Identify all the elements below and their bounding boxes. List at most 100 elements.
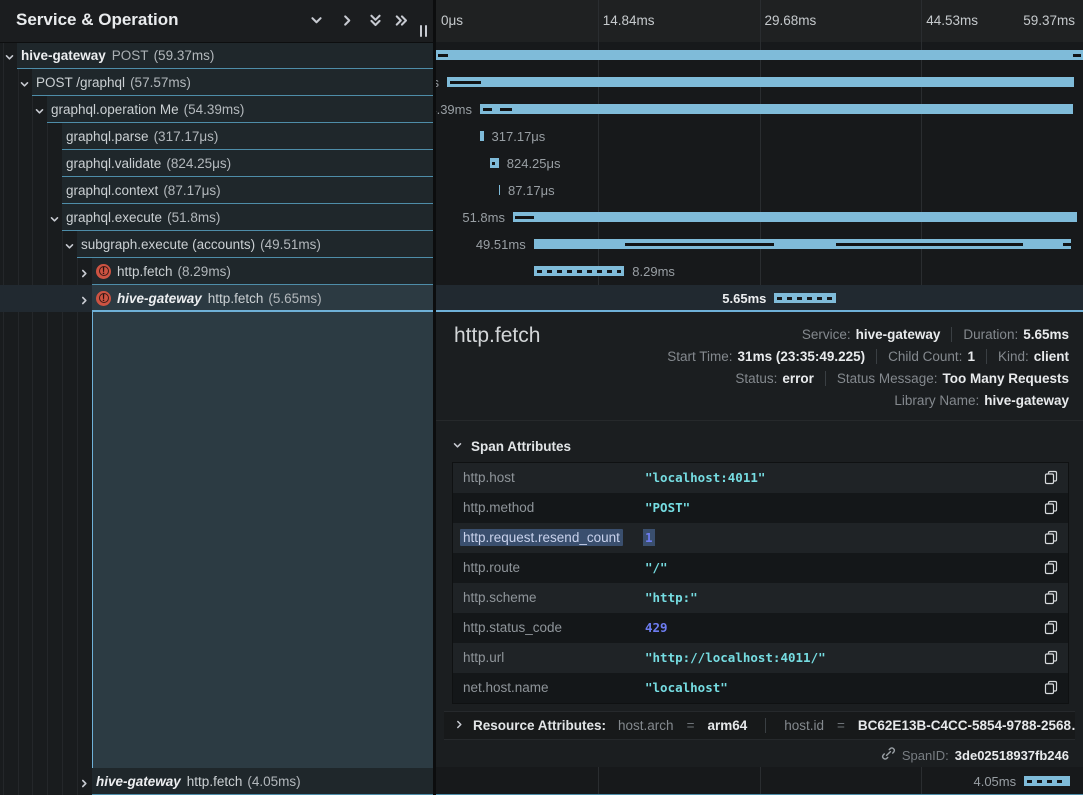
chevron-down-icon[interactable]	[49, 212, 60, 223]
chevron-right-icon[interactable]	[79, 293, 90, 304]
timeline-row: 317.17μs	[436, 123, 1083, 150]
attribute-key: http.url	[463, 650, 504, 665]
attribute-key: http.request.resend_count	[460, 529, 623, 546]
timeline-tick: 59.37ms	[1023, 13, 1075, 28]
span-row-selected[interactable]: hive-gatewayhttp.fetch(5.65ms)5.65ms	[0, 285, 1083, 312]
chevron-right-icon[interactable]	[79, 776, 90, 787]
operation-name: graphql.parse	[66, 129, 149, 144]
span-duration-label: 824.25μs	[507, 156, 561, 171]
chevron-down-icon[interactable]	[34, 104, 45, 115]
meta-value: hive-gateway	[856, 327, 941, 342]
child-span-marker	[1063, 243, 1071, 246]
span-bar[interactable]	[436, 50, 1083, 60]
span-bar[interactable]	[1024, 776, 1070, 786]
timeline-tick: 14.84ms	[603, 13, 655, 28]
span-duration-label: 5.65ms	[722, 291, 766, 306]
attribute-row[interactable]: http.host"localhost:4011"	[453, 463, 1068, 493]
copy-icon[interactable]	[1044, 560, 1059, 576]
span-row[interactable]: hive-gatewayPOST(59.37ms)	[0, 42, 1083, 69]
span-row[interactable]: graphql.parse(317.17μs)317.17μs	[0, 123, 1083, 150]
span-duration-label: 87.17μs	[508, 183, 555, 198]
operation-name: graphql.context	[66, 183, 158, 198]
attribute-key: http.status_code	[463, 620, 562, 635]
chevron-down-icon[interactable]	[4, 50, 15, 61]
span-label: http.fetch(8.29ms)	[92, 258, 433, 285]
span-row[interactable]: graphql.validate(824.25μs) 824.25μs	[0, 150, 1083, 177]
attribute-value: "localhost:4011"	[645, 470, 765, 485]
copy-icon[interactable]	[1044, 650, 1059, 666]
selected-span-children-region	[92, 312, 434, 768]
operation-name: subgraph.execute (accounts)	[81, 237, 255, 252]
link-icon[interactable]	[881, 746, 896, 764]
copy-icon[interactable]	[1044, 530, 1059, 546]
expand-all-icon[interactable]	[394, 13, 410, 29]
attribute-key: http.scheme	[463, 590, 537, 605]
timeline-tick: 0μs	[441, 13, 463, 28]
span-bar[interactable]	[480, 104, 1073, 114]
meta-label: Start Time:	[667, 349, 732, 364]
span-bar[interactable]	[534, 266, 625, 276]
expand-one-level-icon[interactable]	[340, 13, 356, 29]
span-row[interactable]: graphql.execute (51.8ms) 51.8ms	[0, 204, 1083, 231]
attribute-row[interactable]: http.status_code429	[453, 613, 1068, 643]
span-id-value: 3de02518937fb246	[955, 748, 1069, 763]
tree-panel-header: Service & Operation	[0, 0, 433, 43]
span-row[interactable]: graphql.operation Me(54.39ms)54.39ms	[0, 96, 1083, 123]
attribute-row[interactable]: http.scheme "http:"	[453, 583, 1068, 613]
copy-icon[interactable]	[1044, 590, 1059, 606]
attribute-row[interactable]: http.method"POST"	[453, 493, 1068, 523]
span-bar[interactable]	[499, 185, 500, 195]
attribute-row[interactable]: http.route"/"	[453, 553, 1068, 583]
span-duration: (51.8ms)	[167, 210, 220, 225]
operation-name: http.fetch	[208, 291, 264, 306]
collapse-one-level-icon[interactable]	[309, 13, 325, 29]
span-label: graphql.execute (51.8ms)	[62, 204, 433, 231]
collapse-all-icon[interactable]	[368, 13, 384, 29]
span-attributes-toggle[interactable]: Span Attributes	[452, 439, 571, 454]
resource-attributes-toggle[interactable]: Resource Attributes:host.arch=arm64host.…	[444, 711, 1075, 740]
meta-value: error	[782, 371, 814, 386]
attribute-value: "/"	[645, 560, 668, 575]
span-row[interactable]: subgraph.execute (accounts)(49.51ms)49.5…	[0, 231, 1083, 258]
copy-icon[interactable]	[1044, 470, 1059, 486]
span-row[interactable]: graphql.context(87.17μs)87.17μs	[0, 177, 1083, 204]
attribute-value: 1	[643, 529, 655, 546]
meta-label: Service:	[802, 327, 851, 342]
error-icon	[96, 291, 111, 306]
span-bar[interactable]	[774, 293, 835, 303]
copy-icon[interactable]	[1044, 620, 1059, 636]
span-bar[interactable]	[513, 212, 1077, 222]
span-row[interactable]: hive-gatewayhttp.fetch(4.05ms)4.05ms	[0, 768, 1083, 795]
span-bar[interactable]	[447, 77, 1074, 87]
panel-resize-handle[interactable]	[420, 25, 430, 37]
operation-name: graphql.execute	[66, 210, 162, 225]
attribute-row[interactable]: http.url"http://localhost:4011/"	[453, 643, 1068, 673]
span-row[interactable]: POST /graphql(57.57ms)57.57ms	[0, 69, 1083, 96]
span-row[interactable]: http.fetch(8.29ms)8.29ms	[0, 258, 1083, 285]
meta-separator	[951, 327, 952, 342]
chevron-down-icon[interactable]	[64, 239, 75, 250]
chevron-down-icon[interactable]	[19, 77, 30, 88]
resource-attributes-title: Resource Attributes:	[473, 718, 606, 733]
panel-title: Service & Operation	[16, 10, 179, 30]
panel-divider[interactable]	[433, 0, 436, 795]
attribute-row[interactable]: http.request.resend_count 1	[453, 523, 1068, 553]
span-attributes-table: http.host"localhost:4011"http.method"POS…	[452, 462, 1069, 704]
span-duration: (4.05ms)	[247, 774, 300, 789]
header: Service & Operation 0μs14.84ms29.68ms44.…	[0, 0, 1083, 42]
service-name: hive-gateway	[96, 774, 181, 789]
meta-value: 1	[967, 349, 975, 364]
span-detail-panel: http.fetch Service:hive-gatewayDuration:…	[436, 312, 1083, 767]
attribute-value: "http:"	[645, 590, 698, 605]
copy-icon[interactable]	[1044, 680, 1059, 696]
span-bar[interactable]	[480, 131, 484, 141]
span-label: graphql.validate(824.25μs)	[62, 150, 433, 177]
span-duration: (59.37ms)	[154, 48, 215, 63]
timeline-row: 49.51ms	[436, 231, 1083, 258]
attribute-row[interactable]: net.host.name"localhost"	[453, 673, 1068, 703]
copy-icon[interactable]	[1044, 500, 1059, 516]
span-label: POST /graphql(57.57ms)	[32, 69, 433, 96]
meta-value: Too Many Requests	[942, 371, 1069, 386]
chevron-right-icon[interactable]	[79, 266, 90, 277]
timeline-row: 51.8ms	[436, 204, 1083, 231]
